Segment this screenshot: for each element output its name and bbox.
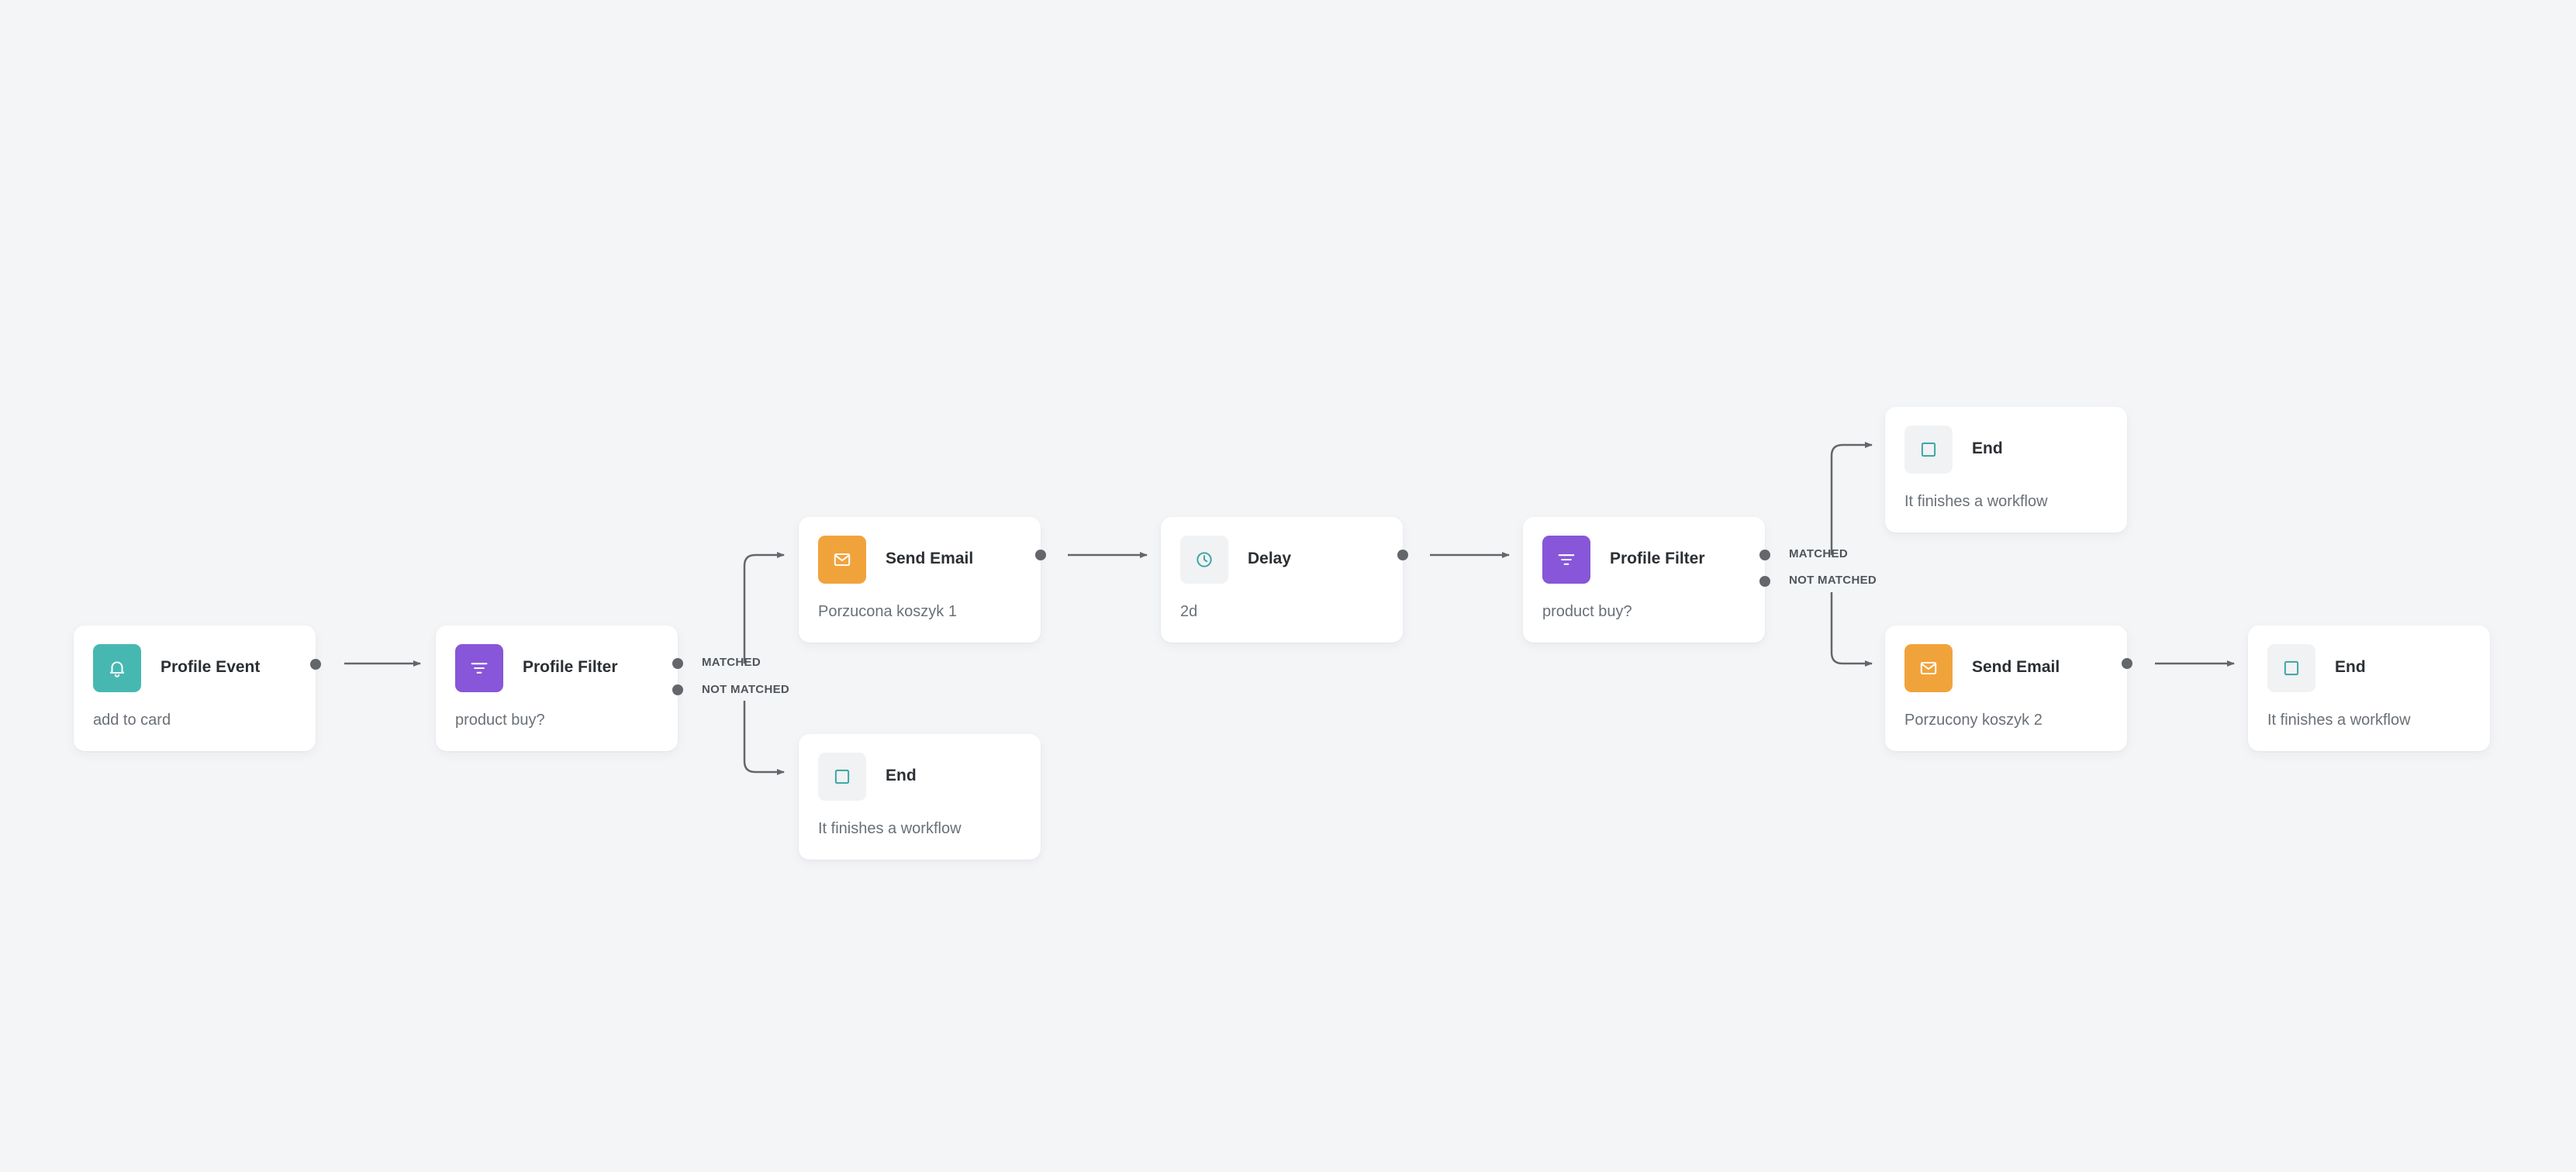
node-title: Send Email	[1972, 658, 2060, 676]
connector-filter2-not-matched	[1830, 592, 1873, 667]
node-title: End	[2335, 658, 2366, 676]
node-send-email-2[interactable]: Send Email Porzucony koszyk 2	[1885, 626, 2132, 751]
node-title: Profile Filter	[1610, 550, 1705, 567]
node-subtitle: product buy?	[1542, 603, 1632, 620]
node-send-email-1[interactable]: Send Email Porzucona koszyk 1	[799, 517, 1046, 643]
square-icon	[1904, 426, 1953, 474]
node-subtitle: It finishes a workflow	[1904, 493, 2048, 510]
square-icon	[2267, 644, 2315, 692]
output-port[interactable]	[1397, 550, 1408, 560]
connector-filter1-not-matched	[743, 701, 785, 775]
node-title: Profile Event	[161, 658, 261, 676]
not-matched-port-filter-1[interactable]	[672, 684, 683, 695]
node-subtitle: It finishes a workflow	[2267, 712, 2411, 729]
mail-icon	[1904, 644, 1953, 692]
node-profile-filter-2[interactable]: Profile Filter product buy?	[1523, 517, 1765, 643]
node-end-1[interactable]: End It finishes a workflow	[799, 734, 1041, 860]
node-subtitle: It finishes a workflow	[818, 820, 962, 837]
matched-port-filter-1[interactable]	[672, 658, 683, 669]
matched-port-filter-2[interactable]	[1759, 550, 1770, 560]
square-icon	[818, 753, 866, 801]
node-title: Delay	[1248, 550, 1292, 567]
connector-filter1-matched	[743, 552, 785, 664]
bell-icon	[93, 644, 141, 692]
node-subtitle: Porzucony koszyk 2	[1904, 712, 2042, 729]
node-end-2[interactable]: End It finishes a workflow	[1885, 407, 2127, 533]
node-title: End	[1972, 440, 2003, 457]
node-subtitle: product buy?	[455, 712, 545, 729]
not-matched-port-filter-2[interactable]	[1759, 576, 1770, 587]
output-port[interactable]	[1035, 550, 1046, 560]
output-port[interactable]	[310, 659, 321, 670]
node-subtitle: add to card	[93, 712, 171, 729]
node-title: End	[886, 767, 917, 784]
matched-label: MATCHED	[1789, 547, 1848, 560]
workflow-canvas[interactable]: Profile Event add to card Profile Filter…	[0, 0, 2576, 1172]
node-subtitle: Porzucona koszyk 1	[818, 603, 957, 620]
node-profile-event[interactable]: Profile Event add to card	[74, 626, 321, 751]
matched-label: MATCHED	[702, 656, 761, 669]
filter-icon	[455, 644, 503, 692]
filter-icon	[1542, 536, 1590, 584]
node-delay[interactable]: Delay 2d	[1161, 517, 1408, 643]
mail-icon	[818, 536, 866, 584]
node-end-3[interactable]: End It finishes a workflow	[2248, 626, 2490, 751]
node-title: Send Email	[886, 550, 974, 567]
output-port[interactable]	[2122, 658, 2132, 669]
not-matched-label: NOT MATCHED	[1789, 574, 1877, 587]
node-profile-filter-1[interactable]: Profile Filter product buy?	[436, 626, 678, 751]
not-matched-label: NOT MATCHED	[702, 683, 790, 696]
clock-icon	[1180, 536, 1228, 584]
node-subtitle: 2d	[1180, 603, 1198, 620]
connector-filter2-matched	[1830, 442, 1873, 555]
node-title: Profile Filter	[523, 658, 618, 676]
